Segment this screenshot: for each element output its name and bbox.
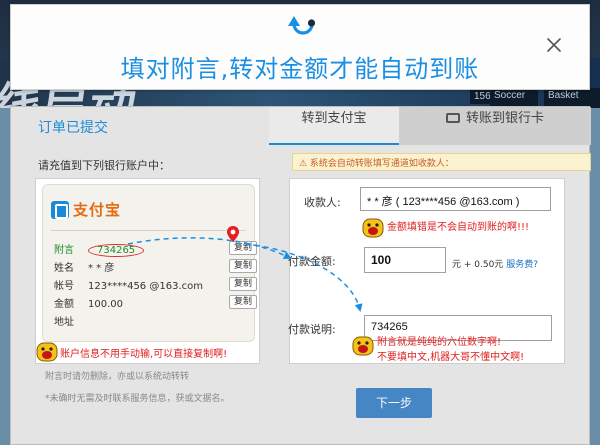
tab-bank-label: 转账到银行卡	[465, 111, 544, 126]
name-value: * * 彦	[88, 263, 115, 274]
payee-field[interactable]: * * 彦 ( 123****456 @163.com )	[360, 187, 551, 211]
memo-value: 734265	[88, 244, 145, 257]
shouting-face-icon	[36, 342, 58, 362]
close-icon[interactable]	[545, 36, 563, 54]
name-label: 姓名	[54, 263, 74, 274]
memo-tip-text: 不要填中文,机器大哥不懂中文啊!	[377, 352, 525, 363]
payment-form-panel: 收款人: * * 彦 ( 123****456 @163.com ) 金额填错是…	[288, 178, 565, 365]
amount-label: 付款金额:	[288, 255, 336, 268]
fee-note: 元 + 0.50元 服务费?	[452, 257, 538, 270]
account-value: 123****456 @163.com	[88, 281, 203, 292]
tip-banner: 填对附言,转对金额才能自动到账	[10, 4, 590, 90]
name-row: 姓名 * * 彦	[54, 259, 114, 274]
alipay-logo-text: 支付宝	[73, 201, 122, 219]
service-fee-link[interactable]: 服务费?	[506, 260, 538, 270]
amount-tip: 金额填错是不会自动到账的啊!!!	[362, 217, 529, 239]
shouting-face-icon	[352, 336, 374, 356]
system-warning-strip: ⚠ 系统会自动转账填写通道如收款人：	[292, 153, 591, 171]
memo-label: 付款说明:	[288, 323, 336, 336]
memo-tip-text: 附言就是纯纯的六位数字啊!	[377, 337, 502, 348]
faint-note: 附言时请勿删除，亦或以系统动转转	[45, 372, 190, 382]
memo-tip-lines: 附言就是纯纯的六位数字啊! 不要填中文,机器大哥不懂中文啊!	[377, 335, 524, 365]
memo-tip: 附言就是纯纯的六位数字啊! 不要填中文,机器大哥不懂中文啊!	[352, 335, 524, 365]
next-step-button[interactable]: 下一步	[356, 388, 432, 418]
amount-field[interactable]: 100	[364, 247, 446, 273]
payment-tabs: 转到支付宝 转账到银行卡	[269, 107, 591, 145]
divider	[51, 230, 246, 231]
faint-note: *未确时无需及时联系服务信息，获或文据名。	[45, 394, 230, 404]
alipay-logo-icon	[51, 200, 69, 219]
alipay-card: 支付宝 附言 734265 姓名 * * 彦 帐号 123****456 @163.c…	[42, 184, 257, 342]
dialog-title: 订单已提交	[38, 120, 108, 136]
amount-value: 100.00	[88, 299, 123, 310]
address-row: 地址	[54, 313, 88, 328]
location-pin-icon	[227, 226, 239, 242]
amount-row: 金额 100.00	[54, 295, 123, 310]
alipay-tip-text: 账户信息不用手动输,可以直接复制啊!	[60, 348, 228, 360]
account-label: 帐号	[54, 281, 74, 292]
copy-name-button[interactable]: 复制	[229, 259, 257, 273]
bank-card-icon	[445, 113, 460, 123]
alipay-account-panel: 支付宝 附言 734265 姓名 * * 彦 帐号 123****456 @163.c…	[35, 178, 260, 364]
copy-account-button[interactable]: 复制	[229, 277, 257, 291]
address-label: 地址	[54, 317, 74, 328]
memo-row: 附言 734265	[54, 241, 145, 257]
copy-amount-button[interactable]: 复制	[229, 295, 257, 309]
amount-label: 金额	[54, 299, 74, 310]
refresh-arrow-icon	[288, 16, 316, 35]
account-row: 帐号 123****456 @163.com	[54, 277, 203, 292]
tab-bank-card[interactable]: 转账到银行卡	[399, 107, 591, 145]
instruction-text: 请充值到下列银行账户中：	[38, 159, 170, 172]
amount-tip-text: 金额填错是不会自动到账的啊!!!	[387, 222, 530, 233]
alipay-logo: 支付宝	[51, 199, 121, 220]
memo-label: 附言	[54, 245, 74, 256]
shouting-face-icon	[362, 218, 384, 238]
payee-label: 收款人:	[304, 196, 341, 209]
amount-unit-text: 元 + 0.50元	[452, 260, 504, 270]
tab-alipay[interactable]: 转到支付宝	[269, 107, 399, 145]
alipay-tip: 账户信息不用手动输,可以直接复制啊!	[36, 340, 261, 364]
banner-text: 填对附言,转对金额才能自动到账	[120, 55, 480, 83]
copy-memo-button[interactable]: 复制	[229, 241, 257, 255]
